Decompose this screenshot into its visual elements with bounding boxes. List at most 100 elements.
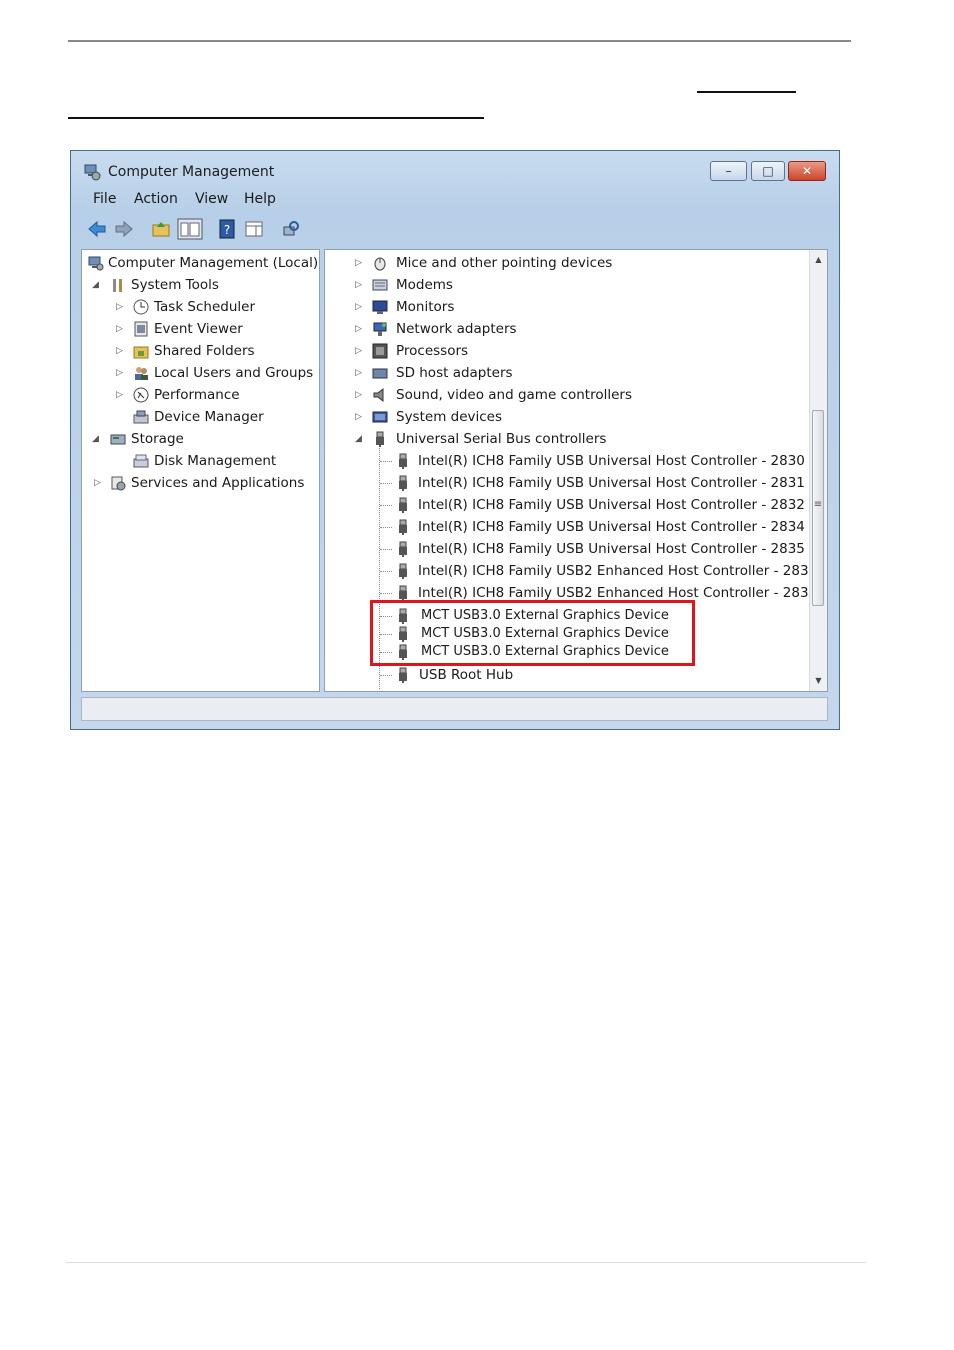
close-button[interactable]: ✕ xyxy=(788,161,826,181)
device-category-monitors[interactable]: ▷ Monitors xyxy=(325,297,805,317)
show-hide-action-pane-icon[interactable] xyxy=(244,219,264,239)
device-manager-icon xyxy=(133,410,149,424)
tree-item-disk-management[interactable]: Disk Management xyxy=(86,451,319,471)
underline-fragment xyxy=(68,117,484,119)
scan-hardware-icon[interactable] xyxy=(281,219,301,239)
tree-item-device-manager[interactable]: Device Manager xyxy=(86,407,319,427)
usb-device-label: USB Root Hub xyxy=(419,667,514,683)
tree-item-label: Device Manager xyxy=(154,409,264,425)
tree-item-label: Shared Folders xyxy=(154,343,255,359)
scroll-down-arrow-icon[interactable]: ▼ xyxy=(810,673,827,689)
help-icon[interactable]: ? xyxy=(217,219,237,239)
usb-device-item[interactable]: Intel(R) ICH8 Family USB Universal Host … xyxy=(325,495,805,515)
tree-item-services-and-applications[interactable]: ▷ Services and Applications xyxy=(86,473,319,493)
expanded-arrow-icon[interactable]: ◢ xyxy=(355,429,362,449)
device-category-sound[interactable]: ▷ Sound, video and game controllers xyxy=(325,385,805,405)
device-category-usb-controllers[interactable]: ◢ Universal Serial Bus controllers xyxy=(325,429,805,449)
computer-management-icon xyxy=(84,164,101,181)
device-category-label: Modems xyxy=(396,277,453,293)
tree-item-system-tools[interactable]: ◢ System Tools xyxy=(86,275,319,295)
collapsed-arrow-icon[interactable]: ▷ xyxy=(116,385,123,405)
collapsed-arrow-icon[interactable]: ▷ xyxy=(355,253,362,273)
tree-connector xyxy=(380,593,392,594)
usb-device-item[interactable]: Intel(R) ICH8 Family USB Universal Host … xyxy=(325,539,805,559)
tree-item-task-scheduler[interactable]: ▷ Task Scheduler xyxy=(86,297,319,317)
tree-item-performance[interactable]: ▷ Performance xyxy=(86,385,319,405)
maximize-button[interactable]: □ xyxy=(751,161,785,181)
usb-device-label: Intel(R) ICH8 Family USB Universal Host … xyxy=(418,475,805,491)
tree-item-label: System Tools xyxy=(131,277,219,293)
tree-item-label: Computer Management (Local) xyxy=(108,255,319,271)
sd-icon xyxy=(372,368,388,379)
minimize-button[interactable]: – xyxy=(710,161,747,181)
console-tree-pane[interactable]: Computer Management (Local) ◢ System Too… xyxy=(81,249,320,692)
network-icon xyxy=(373,322,387,336)
device-category-sd-host-adapters[interactable]: ▷ SD host adapters xyxy=(325,363,805,383)
collapsed-arrow-icon[interactable]: ▷ xyxy=(355,385,362,405)
status-bar xyxy=(81,697,828,721)
usb-plug-icon xyxy=(399,497,407,513)
menu-action[interactable]: Action xyxy=(134,191,178,207)
device-category-processors[interactable]: ▷ Processors xyxy=(325,341,805,361)
usb-device-item[interactable]: Intel(R) ICH8 Family USB2 Enhanced Host … xyxy=(325,561,817,581)
usb-device-label: Intel(R) ICH8 Family USB Universal Host … xyxy=(418,519,805,535)
tree-item-event-viewer[interactable]: ▷ Event Viewer xyxy=(86,319,319,339)
tree-item-label: Event Viewer xyxy=(154,321,243,337)
device-category-label: Network adapters xyxy=(396,321,517,337)
collapsed-arrow-icon[interactable]: ▷ xyxy=(355,297,362,317)
processor-icon xyxy=(372,343,388,359)
clock-icon xyxy=(133,299,149,315)
collapsed-arrow-icon[interactable]: ▷ xyxy=(116,363,123,383)
collapsed-arrow-icon[interactable]: ▷ xyxy=(94,473,101,493)
usb-device-item[interactable]: Intel(R) ICH8 Family USB Universal Host … xyxy=(325,451,805,471)
device-category-network-adapters[interactable]: ▷ Network adapters xyxy=(325,319,805,339)
tree-connector xyxy=(380,527,392,528)
minimize-icon: – xyxy=(725,164,732,178)
shared-folder-icon xyxy=(133,346,149,359)
usb-device-label: Intel(R) ICH8 Family USB Universal Host … xyxy=(418,497,805,513)
collapsed-arrow-icon[interactable]: ▷ xyxy=(116,319,123,339)
tree-item-storage[interactable]: ◢ Storage xyxy=(86,429,319,449)
usb-device-item[interactable]: Intel(R) ICH8 Family USB Universal Host … xyxy=(325,517,805,537)
device-category-mice[interactable]: ▷ Mice and other pointing devices xyxy=(325,253,805,273)
tree-item-local-users-and-groups[interactable]: ▷ Local Users and Groups xyxy=(86,363,319,383)
device-category-label: Mice and other pointing devices xyxy=(396,255,613,271)
scroll-up-arrow-icon[interactable]: ▲ xyxy=(810,252,827,268)
up-folder-icon[interactable] xyxy=(151,219,171,239)
users-icon xyxy=(135,367,148,380)
collapsed-arrow-icon[interactable]: ▷ xyxy=(116,341,123,361)
performance-icon xyxy=(133,387,149,403)
tree-item-shared-folders[interactable]: ▷ Shared Folders xyxy=(86,341,319,361)
monitor-icon xyxy=(372,300,388,314)
collapsed-arrow-icon[interactable]: ▷ xyxy=(355,319,362,339)
vertical-scrollbar[interactable]: ▲ ≡ ▼ xyxy=(809,250,827,691)
show-hide-console-tree-icon[interactable] xyxy=(177,218,203,240)
tree-item-label: Disk Management xyxy=(154,453,277,469)
tree-item-label: Task Scheduler xyxy=(154,299,256,315)
menu-view[interactable]: View xyxy=(195,191,228,207)
menu-file[interactable]: File xyxy=(93,191,116,207)
usb-device-item[interactable]: Intel(R) ICH8 Family USB Universal Host … xyxy=(325,473,805,493)
collapsed-arrow-icon[interactable]: ▷ xyxy=(355,275,362,295)
scrollbar-thumb[interactable]: ≡ xyxy=(812,410,824,606)
usb-root-hub-item[interactable]: USB Root Hub xyxy=(325,665,805,685)
device-category-system-devices[interactable]: ▷ System devices xyxy=(325,407,805,427)
tree-item-computer-management-local[interactable]: Computer Management (Local) xyxy=(86,253,319,273)
collapsed-arrow-icon[interactable]: ▷ xyxy=(355,407,362,427)
title-bar[interactable]: Computer Management – □ ✕ xyxy=(71,151,839,185)
forward-arrow-icon[interactable] xyxy=(114,219,134,239)
collapsed-arrow-icon[interactable]: ▷ xyxy=(116,297,123,317)
system-icon xyxy=(372,411,388,423)
collapsed-arrow-icon[interactable]: ▷ xyxy=(355,341,362,361)
device-category-modems[interactable]: ▷ Modems xyxy=(325,275,805,295)
grip-icon: ≡ xyxy=(813,499,823,510)
tree-item-label: Services and Applications xyxy=(131,475,305,491)
expanded-arrow-icon[interactable]: ◢ xyxy=(92,429,99,449)
back-arrow-icon[interactable] xyxy=(87,219,107,239)
close-icon: ✕ xyxy=(801,164,813,178)
device-category-label: SD host adapters xyxy=(396,365,513,381)
tree-connector xyxy=(380,571,392,572)
menu-help[interactable]: Help xyxy=(244,191,276,207)
collapsed-arrow-icon[interactable]: ▷ xyxy=(355,363,362,383)
expanded-arrow-icon[interactable]: ◢ xyxy=(92,275,99,295)
